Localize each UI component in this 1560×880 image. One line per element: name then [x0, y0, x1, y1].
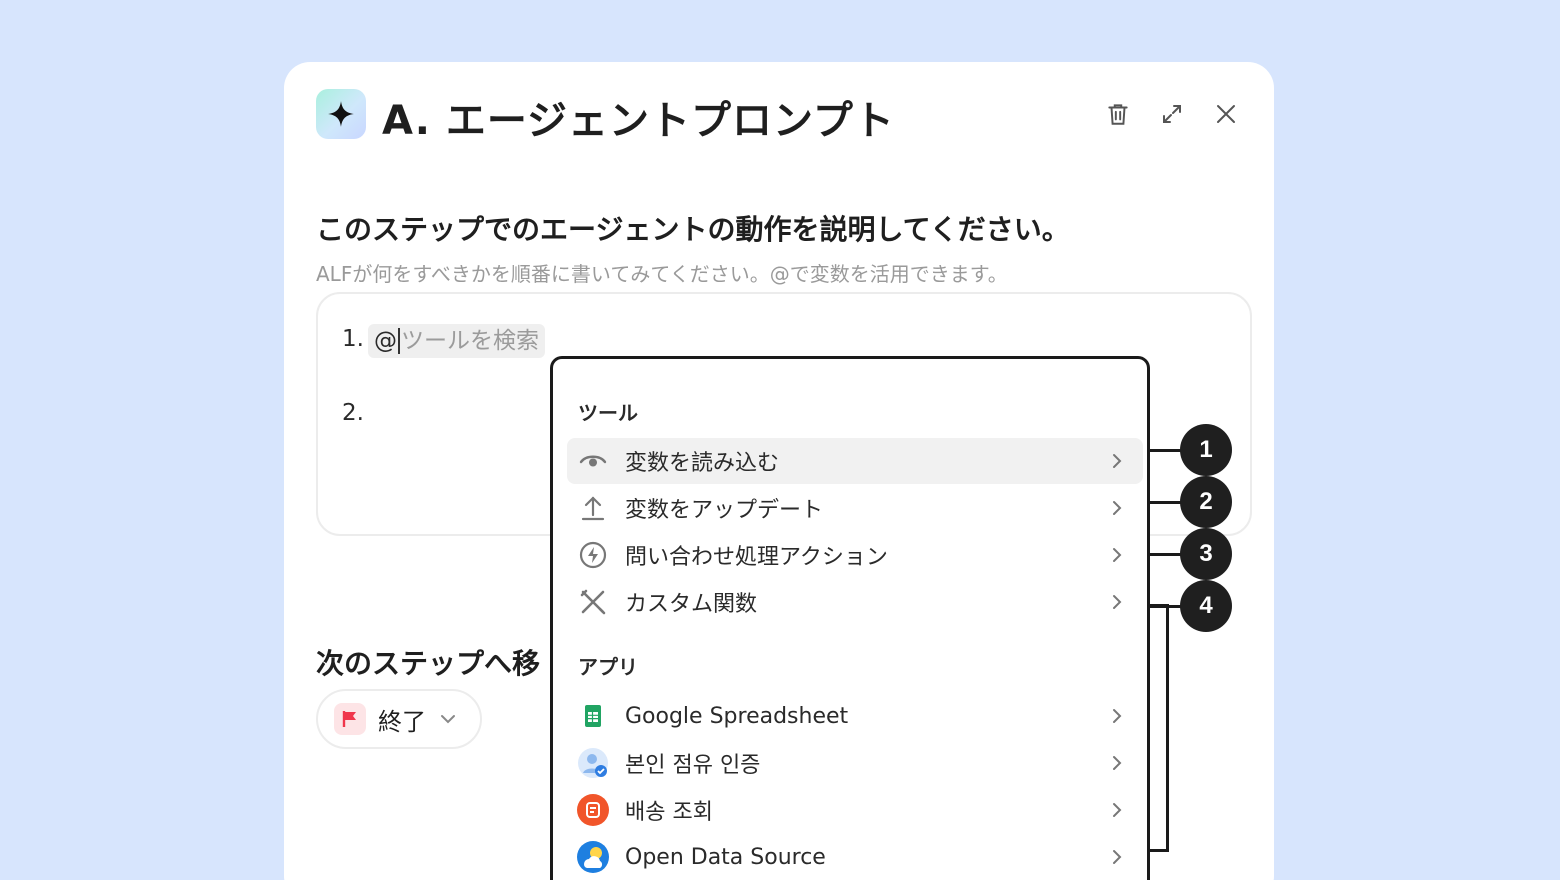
menu-group-apps: アプリ [578, 655, 638, 679]
line-number: 2. [342, 400, 364, 426]
chevron-right-icon [1113, 501, 1122, 515]
menu-item-update-variable[interactable]: 変数をアップデート [567, 485, 1143, 531]
tool-dropdown-menu: ツール 変数を読み込む 変数をアップデート 問い合わせ処理アクション カスタム関… [550, 356, 1150, 880]
flag-icon [334, 703, 366, 735]
google-sheets-icon [577, 700, 609, 732]
lightning-icon [577, 539, 609, 571]
step-badge: 2 [1180, 476, 1232, 528]
chevron-down-icon [441, 715, 455, 724]
menu-item-google-spreadsheet[interactable]: Google Spreadsheet [567, 693, 1143, 739]
menu-item-delivery-lookup[interactable]: 배송 조회 [567, 787, 1143, 833]
menu-item-identity-verify[interactable]: 본인 점유 인증 [567, 740, 1143, 786]
next-step-title: 次のステップへ移 [316, 647, 541, 680]
instruction-title: このステップでのエージェントの動作を説明してください。 [316, 213, 1070, 246]
expand-icon [1163, 105, 1181, 123]
delivery-icon [577, 794, 609, 826]
panel-title: A. エージェントプロンプト [382, 98, 895, 144]
menu-item-read-variable[interactable]: 変数を読み込む [567, 438, 1143, 484]
close-icon [1217, 105, 1235, 123]
menu-item-label: 変数を読み込む [625, 451, 780, 476]
menu-item-label: 배송 조회 [625, 800, 713, 825]
text-caret [398, 328, 400, 354]
chevron-right-icon [1113, 709, 1122, 723]
menu-item-label: 問い合わせ処理アクション [625, 545, 888, 570]
expand-button[interactable] [1154, 96, 1190, 132]
step-badge: 3 [1180, 528, 1232, 580]
chevron-right-icon [1113, 850, 1122, 864]
upload-icon [577, 492, 609, 524]
eye-icon [577, 445, 609, 477]
sparkle-icon [316, 89, 366, 139]
menu-item-label: Open Data Source [625, 844, 826, 870]
mention-search[interactable]: @ ツールを検索 [368, 324, 545, 358]
weather-icon [577, 841, 609, 873]
chevron-right-icon [1113, 803, 1122, 817]
connector-line [1150, 501, 1184, 504]
chevron-right-icon [1113, 454, 1122, 468]
menu-item-label: Google Spreadsheet [625, 703, 849, 729]
menu-item-label: 変数をアップデート [625, 498, 824, 523]
menu-item-inquiry-action[interactable]: 問い合わせ処理アクション [567, 532, 1143, 578]
trash-icon [1108, 104, 1128, 125]
tools-icon [577, 586, 609, 618]
menu-group-tools: ツール [578, 401, 638, 425]
user-verify-icon [577, 747, 609, 779]
connector-line [1150, 449, 1184, 452]
chevron-right-icon [1113, 595, 1122, 609]
menu-item-open-data-source[interactable]: Open Data Source [567, 834, 1143, 880]
connector-line [1150, 553, 1184, 556]
delete-button[interactable] [1100, 96, 1136, 132]
menu-item-label: 본인 점유 인증 [625, 753, 761, 778]
next-step-select[interactable]: 終了 [316, 689, 482, 749]
chevron-right-icon [1113, 548, 1122, 562]
step-badge: 1 [1180, 424, 1232, 476]
next-step-value: 終了 [378, 707, 426, 736]
mention-at: @ [374, 328, 397, 354]
menu-item-custom-function[interactable]: カスタム関数 [567, 579, 1143, 625]
step-badge: 4 [1180, 580, 1232, 632]
instruction-hint: ALFが何をすべきかを順番に書いてみてください。@で変数を活用できます。 [316, 262, 1008, 286]
mention-placeholder: ツールを検索 [401, 328, 539, 354]
menu-item-label: カスタム関数 [625, 592, 758, 617]
close-button[interactable] [1208, 96, 1244, 132]
line-number: 1. [342, 326, 364, 352]
chevron-right-icon [1113, 756, 1122, 770]
bracket-line [1150, 604, 1169, 852]
